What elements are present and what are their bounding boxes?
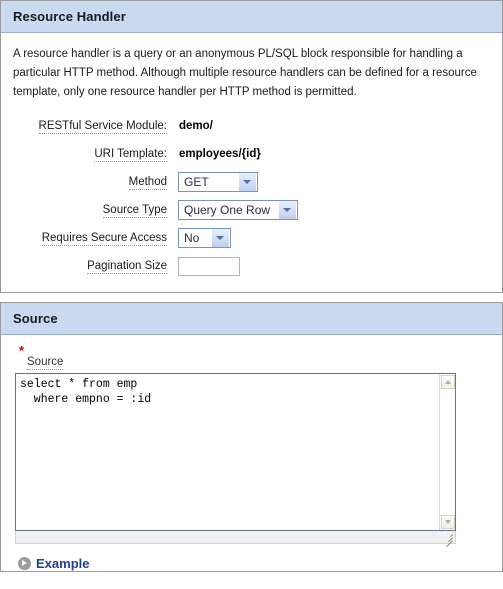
region-resource-handler: Resource Handler A resource handler is a… (0, 0, 503, 293)
label-restful-service-module[interactable]: RESTful Service Module: (38, 120, 167, 134)
page-title: Resource Handler (13, 9, 126, 24)
label-source[interactable]: Source (27, 356, 64, 370)
form-row-uri-template: URI Template: employees/{id} (15, 140, 298, 168)
form-row-pagination-size: Pagination Size (15, 252, 298, 280)
resource-handler-form: RESTful Service Module: demo/ URI Templa… (15, 112, 298, 280)
section-title-source: Source (13, 311, 58, 326)
region-source: Source * Source select * from emp where … (0, 302, 503, 572)
select-source-type-value: Query One Row (184, 203, 271, 217)
region-header-resource-handler: Resource Handler (1, 1, 502, 33)
example-link[interactable]: Example (36, 556, 89, 571)
label-uri-template[interactable]: URI Template: (94, 148, 167, 162)
source-textarea-container (15, 373, 456, 531)
intro-text: A resource handler is a query or an anon… (13, 48, 477, 98)
label-requires-secure-access[interactable]: Requires Secure Access (41, 232, 167, 246)
select-requires-secure-access-value: No (184, 231, 200, 245)
source-textarea-footer (15, 531, 456, 548)
chevron-down-icon[interactable] (441, 515, 455, 529)
resize-grip-icon[interactable] (443, 532, 453, 548)
form-row-restful-service-module: RESTful Service Module: demo/ (15, 112, 298, 140)
select-method[interactable]: GET (178, 172, 258, 192)
example-link-row: Example (13, 550, 490, 571)
pagination-size-input[interactable] (178, 256, 240, 276)
region-header-source: Source (1, 303, 502, 335)
value-restful-service-module: demo/ (179, 120, 213, 132)
region-separator (0, 293, 503, 302)
label-method[interactable]: Method (128, 176, 167, 190)
form-row-method: Method GET (15, 168, 298, 196)
source-textarea[interactable] (16, 374, 439, 530)
select-method-value: GET (184, 175, 209, 189)
source-textarea-scrollbar[interactable] (439, 374, 455, 530)
circle-arrow-right-icon (18, 557, 31, 570)
chevron-down-icon[interactable] (211, 229, 229, 247)
label-source-type[interactable]: Source Type (102, 204, 167, 218)
form-row-source-type: Source Type Query One Row (15, 196, 298, 224)
chevron-down-icon[interactable] (238, 173, 256, 191)
page-root: Resource Handler A resource handler is a… (0, 0, 503, 589)
form-row-requires-secure-access: Requires Secure Access No (15, 224, 298, 252)
chevron-up-icon[interactable] (441, 375, 455, 389)
source-label-group: * Source (19, 343, 490, 370)
required-asterisk-icon: * (19, 343, 25, 358)
select-requires-secure-access[interactable]: No (178, 228, 231, 248)
value-uri-template: employees/{id} (179, 148, 261, 160)
label-pagination-size[interactable]: Pagination Size (87, 260, 167, 274)
region-body-source: * Source Example (1, 335, 502, 571)
chevron-down-icon[interactable] (278, 201, 296, 219)
select-source-type[interactable]: Query One Row (178, 200, 298, 220)
region-body-resource-handler: A resource handler is a query or an anon… (1, 33, 502, 292)
